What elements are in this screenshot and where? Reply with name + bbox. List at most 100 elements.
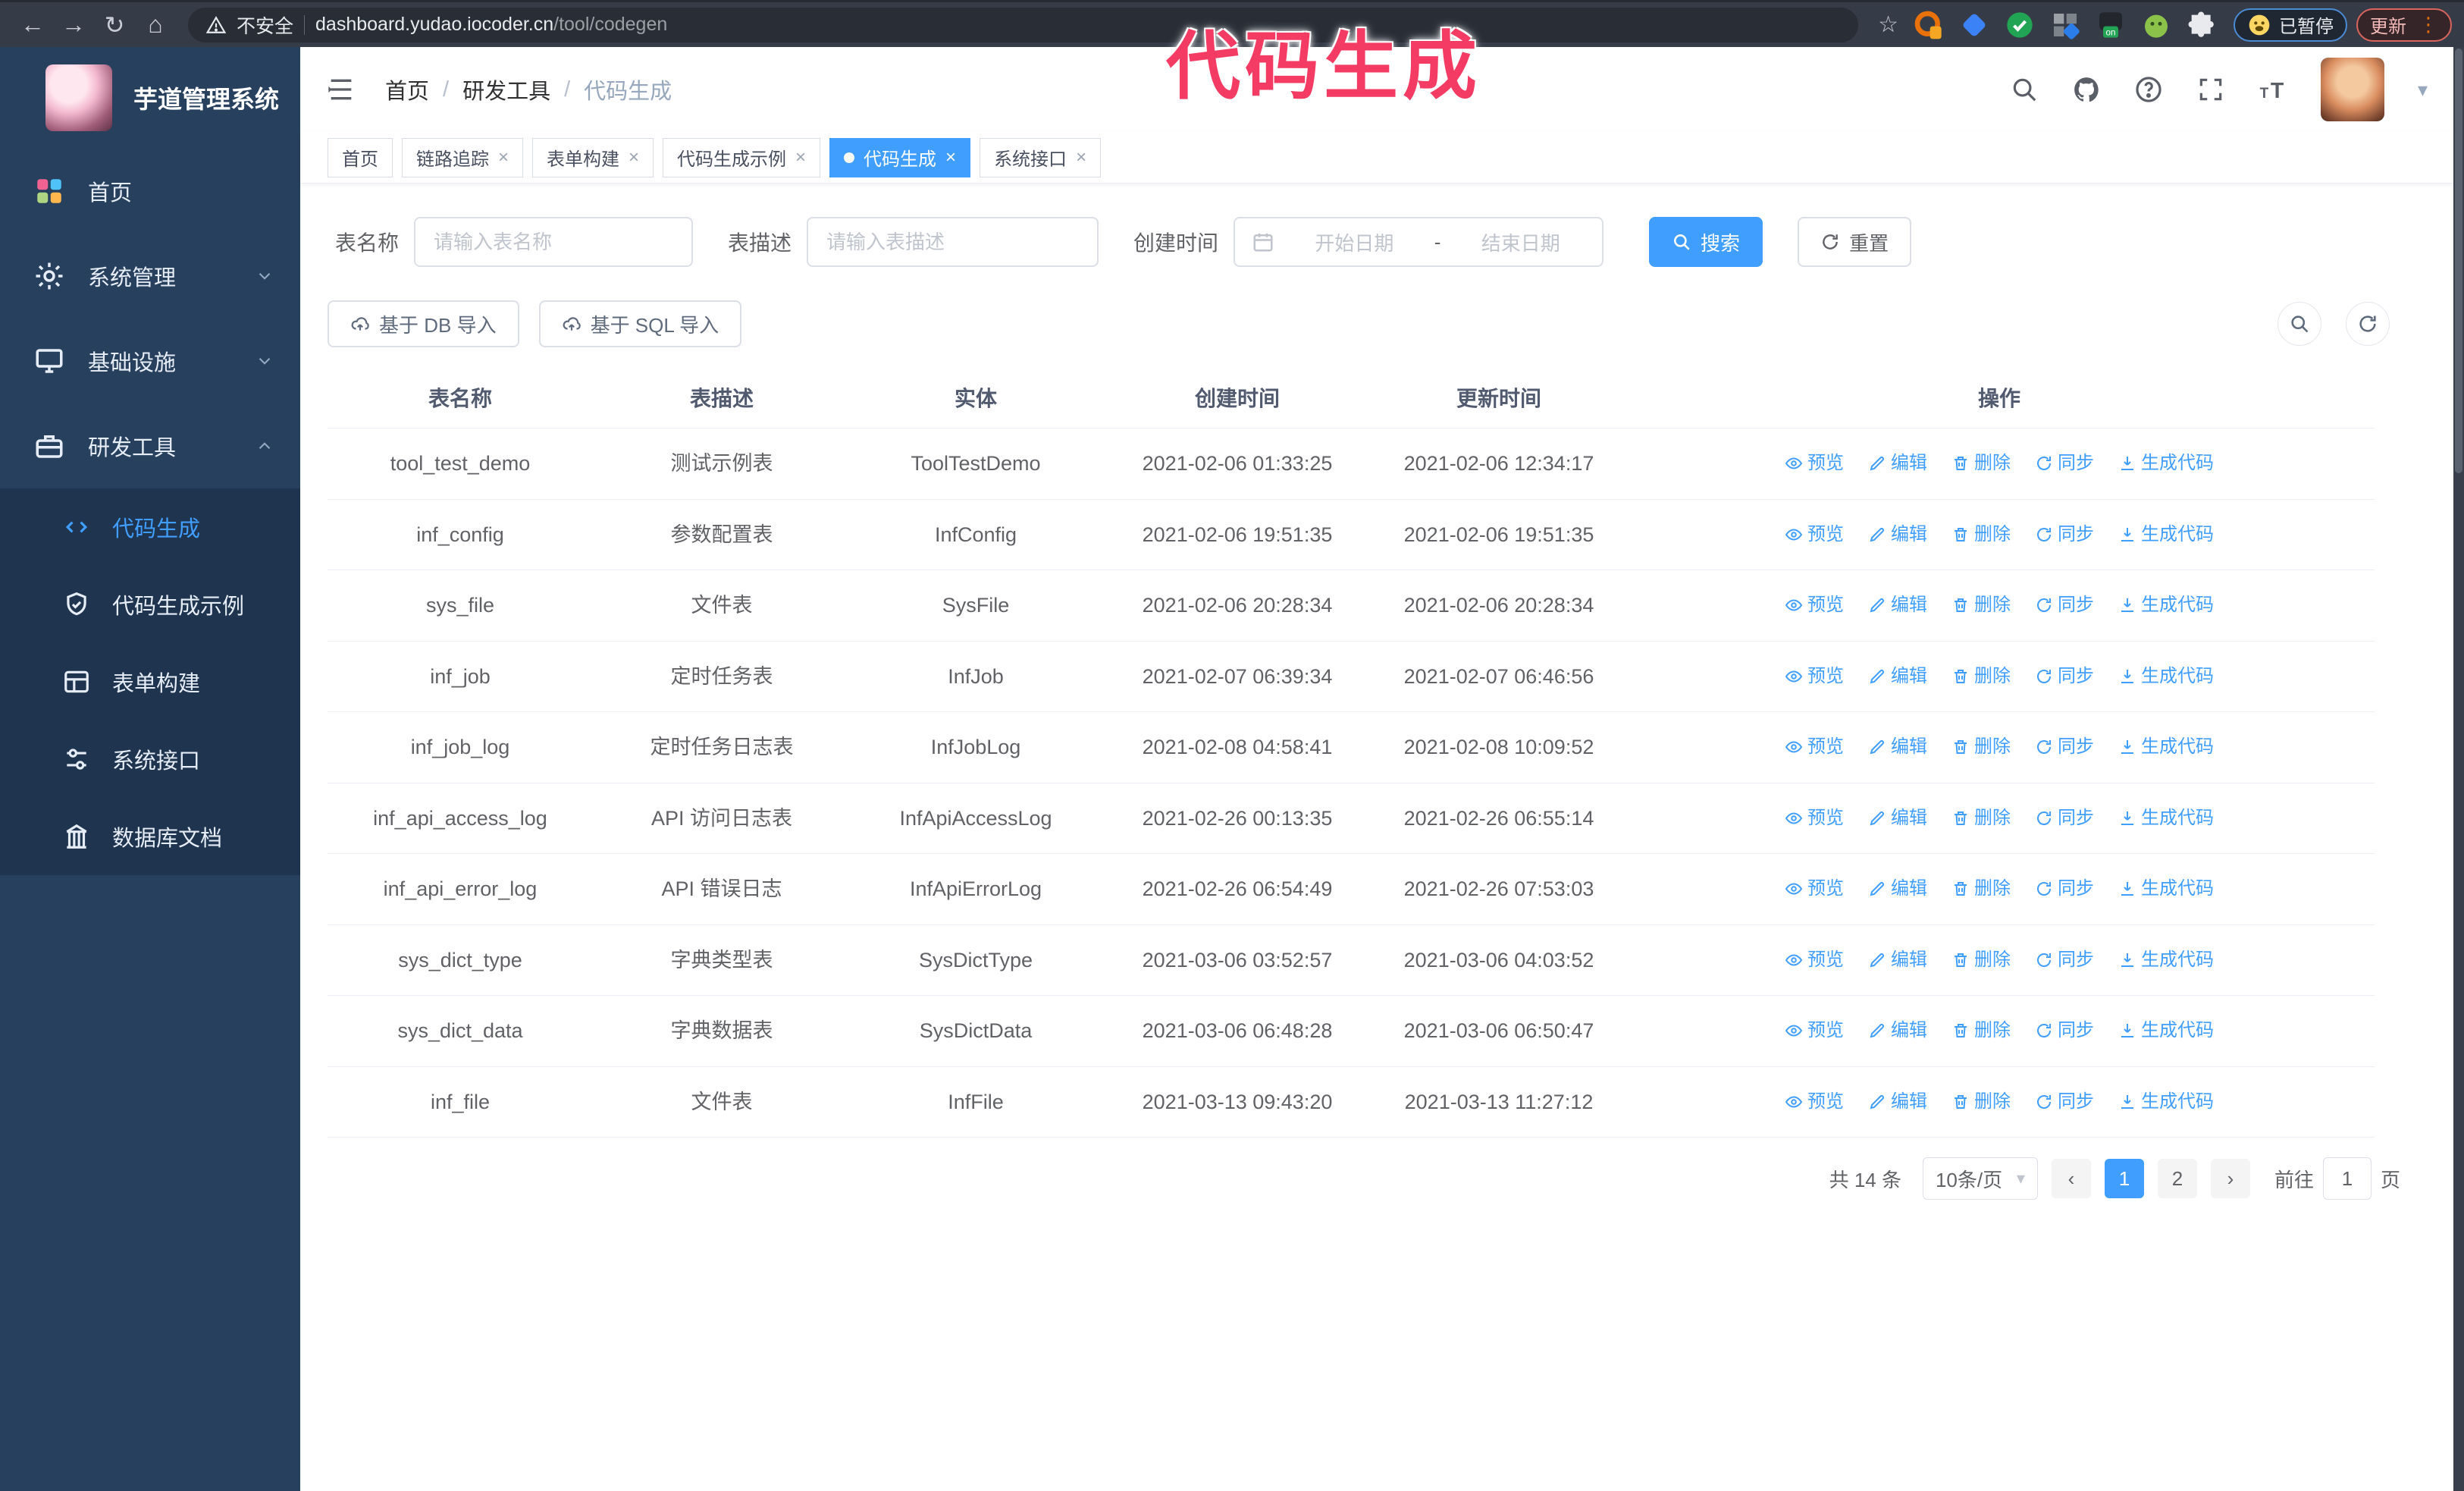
profile-paused-badge[interactable]: 已暂停	[2234, 8, 2347, 42]
action-生成代码[interactable]: 生成代码	[2118, 663, 2214, 690]
action-编辑[interactable]: 编辑	[1868, 1088, 1927, 1116]
goto-page-input[interactable]	[2322, 1157, 2372, 1200]
action-生成代码[interactable]: 生成代码	[2118, 805, 2214, 832]
fullscreen-icon[interactable]	[2196, 75, 2225, 104]
browser-menu-icon[interactable]: ⋮	[2419, 13, 2438, 36]
action-删除[interactable]: 删除	[1951, 875, 2011, 902]
tab-表单构建[interactable]: 表单构建 ×	[532, 137, 654, 177]
action-删除[interactable]: 删除	[1951, 733, 2011, 761]
action-编辑[interactable]: 编辑	[1868, 875, 1927, 902]
action-删除[interactable]: 删除	[1951, 1017, 2011, 1044]
url-text[interactable]: dashboard.yudao.iocoder.cn/tool/codegen	[315, 14, 667, 36]
action-生成代码[interactable]: 生成代码	[2118, 733, 2214, 761]
tab-代码生成[interactable]: 代码生成 ×	[829, 137, 971, 177]
action-删除[interactable]: 删除	[1951, 592, 2011, 619]
tab-close-icon[interactable]: ×	[1076, 147, 1086, 168]
chrome-update-button[interactable]: 更新 ⋮	[2356, 8, 2452, 42]
page-scrollbar[interactable]	[2453, 47, 2464, 1491]
search-icon[interactable]	[2010, 75, 2039, 104]
breadcrumb-item[interactable]: 研发工具	[462, 74, 550, 105]
action-预览[interactable]: 预览	[1785, 592, 1844, 619]
action-预览[interactable]: 预览	[1785, 875, 1844, 902]
action-编辑[interactable]: 编辑	[1868, 663, 1927, 690]
page-button-1[interactable]: 1	[2104, 1159, 2144, 1198]
import-sql-button[interactable]: 基于 SQL 导入	[538, 300, 742, 347]
tab-close-icon[interactable]: ×	[795, 147, 806, 168]
action-同步[interactable]: 同步	[2035, 663, 2094, 690]
action-编辑[interactable]: 编辑	[1868, 450, 1927, 477]
table-name-input[interactable]	[414, 217, 694, 267]
action-预览[interactable]: 预览	[1785, 805, 1844, 832]
sidebar-item-基础设施[interactable]: 基础设施	[0, 319, 300, 403]
user-avatar[interactable]	[2320, 58, 2384, 121]
action-同步[interactable]: 同步	[2035, 450, 2094, 477]
action-编辑[interactable]: 编辑	[1868, 946, 1927, 974]
action-同步[interactable]: 同步	[2035, 733, 2094, 761]
action-预览[interactable]: 预览	[1785, 733, 1844, 761]
sidebar-item-首页[interactable]: 首页	[0, 149, 300, 234]
next-page-button[interactable]: ›	[2210, 1159, 2250, 1198]
action-同步[interactable]: 同步	[2035, 946, 2094, 974]
font-size-icon[interactable]: TT	[2259, 75, 2287, 104]
action-删除[interactable]: 删除	[1951, 450, 2011, 477]
action-预览[interactable]: 预览	[1785, 946, 1844, 974]
prev-page-button[interactable]: ‹	[2051, 1159, 2091, 1198]
import-db-button[interactable]: 基于 DB 导入	[328, 300, 519, 347]
show-search-icon[interactable]	[2277, 302, 2321, 346]
page-button-2[interactable]: 2	[2157, 1159, 2197, 1198]
action-生成代码[interactable]: 生成代码	[2118, 592, 2214, 619]
reload-icon[interactable]: ↻	[94, 11, 135, 39]
action-生成代码[interactable]: 生成代码	[2118, 1017, 2214, 1044]
action-生成代码[interactable]: 生成代码	[2118, 946, 2214, 974]
forward-icon[interactable]: →	[53, 11, 94, 39]
date-range-picker[interactable]: 开始日期 - 结束日期	[1234, 217, 1604, 267]
action-编辑[interactable]: 编辑	[1868, 805, 1927, 832]
sidebar-subitem-系统接口[interactable]: 系统接口	[0, 720, 300, 798]
action-删除[interactable]: 删除	[1951, 1088, 2011, 1116]
help-icon[interactable]	[2134, 75, 2163, 104]
action-删除[interactable]: 删除	[1951, 521, 2011, 548]
action-编辑[interactable]: 编辑	[1868, 733, 1927, 761]
breadcrumb-item[interactable]: 首页	[385, 74, 429, 105]
action-删除[interactable]: 删除	[1951, 805, 2011, 832]
action-预览[interactable]: 预览	[1785, 450, 1844, 477]
dark-on-icon[interactable]: on	[2094, 8, 2127, 42]
sidebar-subitem-代码生成[interactable]: 代码生成	[0, 488, 300, 566]
check-green-icon[interactable]	[2003, 8, 2036, 42]
hamburger-icon[interactable]	[326, 74, 356, 105]
tab-系统接口[interactable]: 系统接口 ×	[980, 137, 1102, 177]
refresh-table-icon[interactable]	[2346, 302, 2390, 346]
action-同步[interactable]: 同步	[2035, 592, 2094, 619]
action-预览[interactable]: 预览	[1785, 1088, 1844, 1116]
action-编辑[interactable]: 编辑	[1868, 521, 1927, 548]
address-bar[interactable]: 不安全 dashboard.yudao.iocoder.cn/tool/code…	[188, 7, 1859, 42]
tab-首页[interactable]: 首页	[328, 137, 393, 177]
action-生成代码[interactable]: 生成代码	[2118, 521, 2214, 548]
adblock-orange-icon[interactable]	[1912, 8, 1945, 42]
tab-close-icon[interactable]: ×	[498, 147, 509, 168]
back-icon[interactable]: ←	[12, 11, 53, 39]
action-编辑[interactable]: 编辑	[1868, 1017, 1927, 1044]
action-预览[interactable]: 预览	[1785, 663, 1844, 690]
action-删除[interactable]: 删除	[1951, 946, 2011, 974]
grid-gray-icon[interactable]	[2049, 8, 2082, 42]
sidebar-subitem-表单构建[interactable]: 表单构建	[0, 643, 300, 720]
search-button[interactable]: 搜索	[1649, 217, 1763, 267]
table-desc-input[interactable]	[807, 217, 1099, 267]
sidebar-subitem-代码生成示例[interactable]: 代码生成示例	[0, 566, 300, 643]
home-icon[interactable]: ⌂	[135, 11, 176, 39]
action-生成代码[interactable]: 生成代码	[2118, 875, 2214, 902]
tab-close-icon[interactable]: ×	[629, 147, 639, 168]
github-icon[interactable]	[2072, 75, 2101, 104]
tab-代码生成示例[interactable]: 代码生成示例 ×	[663, 137, 821, 177]
page-size-select[interactable]: 10条/页 ▾	[1922, 1157, 2038, 1200]
action-预览[interactable]: 预览	[1785, 521, 1844, 548]
action-同步[interactable]: 同步	[2035, 875, 2094, 902]
action-同步[interactable]: 同步	[2035, 1017, 2094, 1044]
gem-blue-icon[interactable]	[1958, 8, 1991, 42]
sidebar-item-研发工具[interactable]: 研发工具	[0, 403, 300, 488]
action-同步[interactable]: 同步	[2035, 805, 2094, 832]
tab-链路追踪[interactable]: 链路追踪 ×	[402, 137, 524, 177]
sidebar-subitem-数据库文档[interactable]: 数据库文档	[0, 798, 300, 875]
puzzle-icon[interactable]	[2185, 8, 2218, 42]
